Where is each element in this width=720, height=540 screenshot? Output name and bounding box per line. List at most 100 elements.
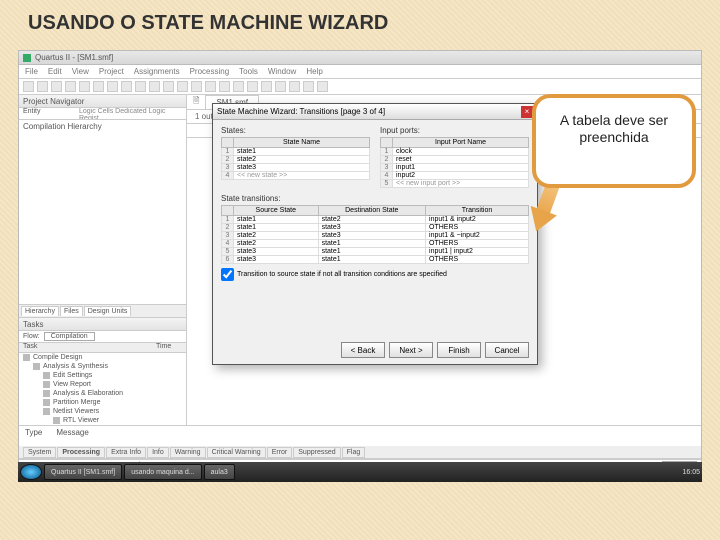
tool-icon[interactable]	[149, 81, 160, 92]
task-row[interactable]: Analysis & Synthesis	[19, 362, 186, 371]
trans-cell[interactable]: OTHERS	[426, 256, 529, 264]
trans-cell[interactable]: state3	[318, 232, 425, 240]
msg-tab-extra[interactable]: Extra Info	[106, 447, 146, 458]
menu-view[interactable]: View	[72, 67, 89, 76]
doc-tab-icon: 🗎	[193, 95, 199, 109]
menu-processing[interactable]: Processing	[190, 67, 230, 76]
tool-icon[interactable]	[121, 81, 132, 92]
msg-tab-warning[interactable]: Warning	[170, 447, 206, 458]
trans-cell[interactable]: OTHERS	[426, 224, 529, 232]
taskbar-item[interactable]: Quartus II [SM1.smf]	[44, 464, 122, 480]
input-cell-new[interactable]: << new input port >>	[393, 180, 529, 188]
msg-tab-critical[interactable]: Critical Warning	[207, 447, 266, 458]
tool-icon[interactable]	[261, 81, 272, 92]
tab-design-units[interactable]: Design Units	[84, 306, 132, 316]
tool-icon[interactable]	[205, 81, 216, 92]
taskbar-item[interactable]: usando maquina d...	[124, 464, 201, 480]
trans-cell[interactable]: input1 & input2	[426, 216, 529, 224]
trans-cell[interactable]: state2	[234, 240, 319, 248]
task-row[interactable]: Edit Settings	[19, 371, 186, 380]
tab-files[interactable]: Files	[60, 306, 83, 316]
trans-cell[interactable]: state2	[318, 216, 425, 224]
tool-icon[interactable]	[177, 81, 188, 92]
state-cell[interactable]: state3	[234, 164, 370, 172]
tool-icon[interactable]	[317, 81, 328, 92]
task-label: Partition Merge	[53, 399, 100, 406]
tool-icon[interactable]	[51, 81, 62, 92]
finish-button[interactable]: Finish	[437, 342, 481, 358]
tool-icon[interactable]	[65, 81, 76, 92]
task-row[interactable]: RTL Viewer	[19, 416, 186, 425]
tool-icon[interactable]	[275, 81, 286, 92]
menu-help[interactable]: Help	[306, 67, 322, 76]
state-cell[interactable]: state2	[234, 156, 370, 164]
trans-cell[interactable]: state3	[234, 256, 319, 264]
inputs-table[interactable]: Input Port Name 1clock 2reset 3input1 4i…	[380, 137, 529, 188]
tool-icon[interactable]	[289, 81, 300, 92]
states-table[interactable]: State Name 1state1 2state2 3state3 4<< n…	[221, 137, 370, 180]
msg-tab-system[interactable]: System	[23, 447, 56, 458]
tab-hierarchy[interactable]: Hierarchy	[21, 306, 59, 316]
state-cell[interactable]: state1	[234, 148, 370, 156]
windows-taskbar: Quartus II [SM1.smf] usando maquina d...…	[18, 462, 702, 482]
tasks-panel: Tasks Flow: Compilation Task Time Compil…	[19, 317, 186, 425]
msg-tab-processing[interactable]: Processing	[57, 447, 105, 458]
tool-icon[interactable]	[219, 81, 230, 92]
tool-icon[interactable]	[191, 81, 202, 92]
start-button[interactable]	[20, 464, 42, 480]
transition-fallback-checkbox[interactable]	[221, 268, 234, 281]
tool-icon[interactable]	[79, 81, 90, 92]
trans-cell[interactable]: state3	[318, 224, 425, 232]
tool-icon[interactable]	[233, 81, 244, 92]
trans-cell[interactable]: state1	[318, 248, 425, 256]
msg-tab-flag[interactable]: Flag	[342, 447, 366, 458]
tool-icon[interactable]	[107, 81, 118, 92]
back-button[interactable]: < Back	[341, 342, 385, 358]
input-cell[interactable]: input1	[393, 164, 529, 172]
msg-tab-suppressed[interactable]: Suppressed	[293, 447, 340, 458]
trans-cell[interactable]: state1	[234, 216, 319, 224]
tool-icon[interactable]	[23, 81, 34, 92]
tool-icon[interactable]	[135, 81, 146, 92]
msg-tab-info[interactable]: Info	[147, 447, 169, 458]
input-cell[interactable]: clock	[393, 148, 529, 156]
menu-tools[interactable]: Tools	[239, 67, 258, 76]
trans-cell[interactable]: input1 | input2	[426, 248, 529, 256]
nav-root[interactable]: Compilation Hierarchy	[23, 122, 102, 131]
cancel-button[interactable]: Cancel	[485, 342, 529, 358]
msg-tab-error[interactable]: Error	[267, 447, 293, 458]
taskbar-item[interactable]: aula3	[204, 464, 235, 480]
next-button[interactable]: Next >	[389, 342, 433, 358]
trans-cell[interactable]: input1 & ~input2	[426, 232, 529, 240]
trans-cell[interactable]: state3	[234, 248, 319, 256]
trans-cell[interactable]: state2	[234, 232, 319, 240]
task-row[interactable]: Compile Design	[19, 353, 186, 362]
menu-project[interactable]: Project	[99, 67, 124, 76]
task-row[interactable]: Netlist Viewers	[19, 407, 186, 416]
slide-title: USANDO O STATE MACHINE WIZARD	[0, 0, 720, 41]
tool-icon[interactable]	[93, 81, 104, 92]
states-label: States:	[221, 126, 370, 135]
menu-assignments[interactable]: Assignments	[134, 67, 180, 76]
trans-cell[interactable]: state1	[318, 240, 425, 248]
trans-cell[interactable]: OTHERS	[426, 240, 529, 248]
flow-dropdown[interactable]: Compilation	[44, 332, 95, 341]
menu-edit[interactable]: Edit	[48, 67, 62, 76]
transitions-table[interactable]: Source StateDestination StateTransition …	[221, 205, 529, 264]
tool-icon[interactable]	[163, 81, 174, 92]
tool-icon[interactable]	[303, 81, 314, 92]
task-row[interactable]: Partition Merge	[19, 398, 186, 407]
state-cell-new[interactable]: << new state >>	[234, 172, 370, 180]
menu-window[interactable]: Window	[268, 67, 296, 76]
nav-tree[interactable]: Compilation Hierarchy	[19, 120, 186, 304]
tool-icon[interactable]	[247, 81, 258, 92]
input-cell[interactable]: input2	[393, 172, 529, 180]
task-row[interactable]: View Report	[19, 380, 186, 389]
tool-icon[interactable]	[37, 81, 48, 92]
input-cell[interactable]: reset	[393, 156, 529, 164]
task-row[interactable]: Analysis & Elaboration	[19, 389, 186, 398]
task-icon	[53, 417, 60, 424]
trans-cell[interactable]: state1	[234, 224, 319, 232]
trans-cell[interactable]: state1	[318, 256, 425, 264]
menu-file[interactable]: File	[25, 67, 38, 76]
